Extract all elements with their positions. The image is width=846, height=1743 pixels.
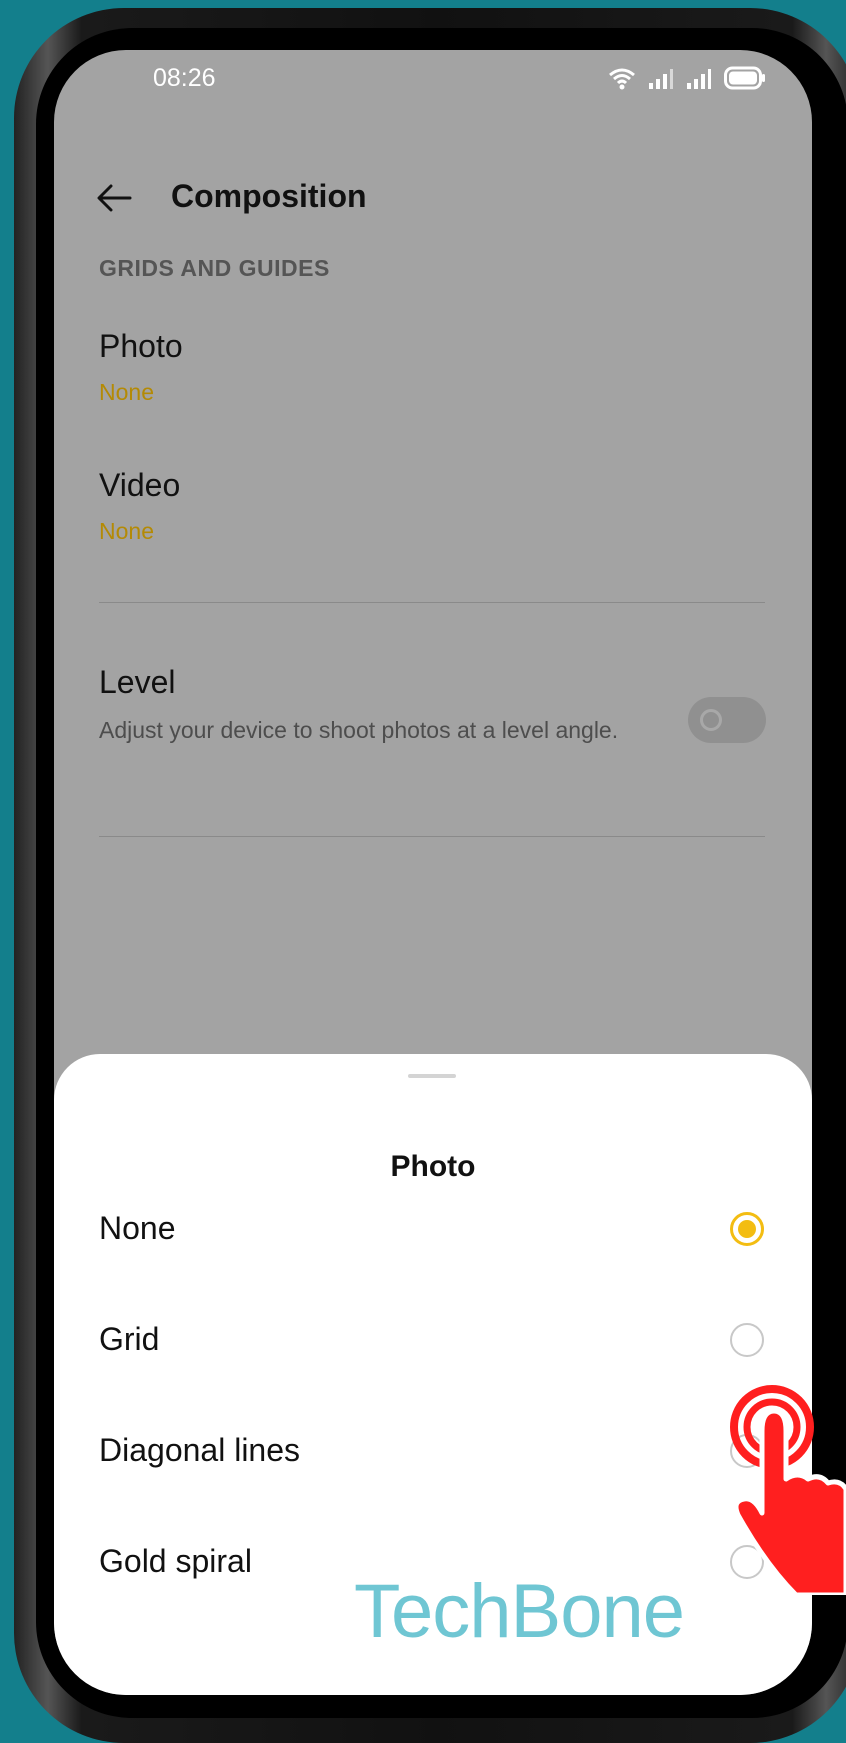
- level-setting-title: Level: [99, 664, 176, 700]
- photo-setting-title: Photo: [99, 328, 183, 364]
- wifi-icon: [609, 68, 635, 90]
- signal-icon: [649, 69, 673, 89]
- divider: [99, 836, 765, 837]
- arrow-left-icon[interactable]: [94, 178, 134, 218]
- status-icons: [608, 66, 766, 90]
- page-title: Composition: [171, 178, 367, 214]
- level-toggle[interactable]: [688, 697, 766, 743]
- watermark-logo: TechBone: [354, 1569, 685, 1654]
- status-bar: 08:26: [54, 50, 812, 120]
- photo-setting-value: None: [99, 379, 154, 405]
- toggle-knob: [700, 709, 722, 731]
- photo-setting[interactable]: Photo None: [99, 328, 759, 406]
- video-setting-title: Video: [99, 467, 181, 503]
- option-label: Gold spiral: [99, 1543, 252, 1579]
- radio-button-selected[interactable]: [730, 1212, 764, 1246]
- option-none[interactable]: None: [54, 1180, 812, 1280]
- video-setting[interactable]: Video None: [99, 467, 759, 545]
- signal-icon: [687, 69, 711, 89]
- app-bar: Composition: [54, 170, 812, 230]
- phone-screen: 08:26 Composition GRIDS AND GUIDES Photo…: [54, 50, 812, 1695]
- option-diagonal-lines[interactable]: Diagonal lines: [54, 1402, 812, 1502]
- radio-button[interactable]: [730, 1323, 764, 1357]
- level-setting-summary: Adjust your device to shoot photos at a …: [99, 717, 619, 743]
- video-setting-value: None: [99, 518, 154, 544]
- option-label: None: [99, 1210, 176, 1246]
- battery-icon: [724, 66, 765, 90]
- tap-hand-icon: [730, 1385, 846, 1595]
- sheet-drag-handle[interactable]: [408, 1074, 456, 1078]
- option-label: Diagonal lines: [99, 1432, 301, 1468]
- divider: [99, 602, 765, 603]
- option-label: Grid: [99, 1321, 160, 1357]
- section-header: GRIDS AND GUIDES: [99, 255, 330, 281]
- status-time: 08:26: [153, 64, 216, 92]
- sheet-title: Photo: [390, 1150, 476, 1183]
- option-grid[interactable]: Grid: [54, 1291, 812, 1391]
- level-setting[interactable]: Level Adjust your device to shoot photos…: [99, 664, 759, 747]
